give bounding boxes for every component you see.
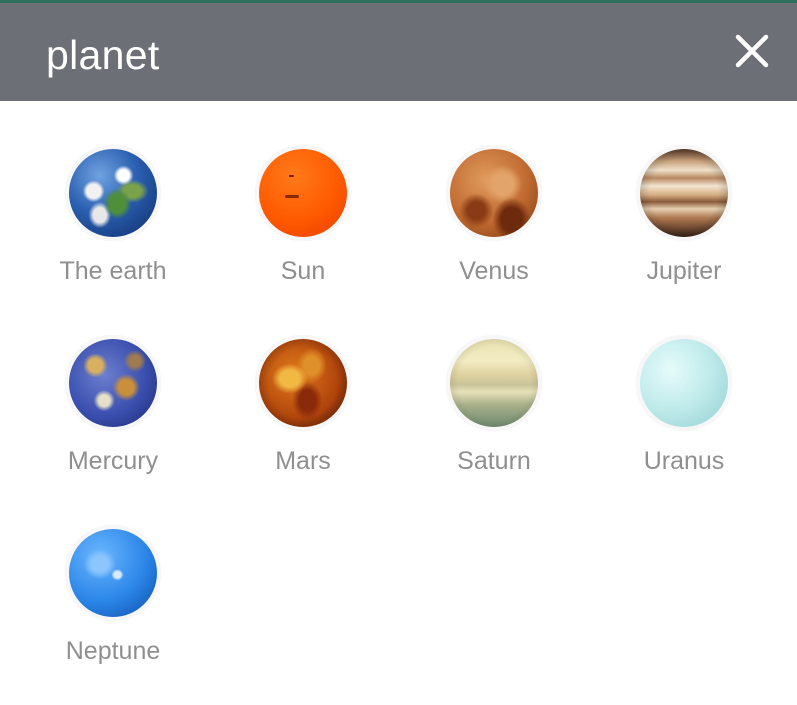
planet-icon-frame bbox=[446, 145, 542, 241]
planet-label: Venus bbox=[459, 257, 529, 285]
planet-icon-frame bbox=[446, 335, 542, 431]
planet-item-mars[interactable]: Mars bbox=[208, 335, 398, 495]
planet-item-mercury[interactable]: Mercury bbox=[18, 335, 208, 495]
planet-label: Mars bbox=[275, 447, 331, 475]
planet-icon-frame bbox=[65, 525, 161, 621]
planet-icon-frame bbox=[636, 335, 732, 431]
saturn-icon bbox=[450, 339, 538, 427]
earth-icon bbox=[69, 149, 157, 237]
planet-item-neptune[interactable]: Neptune bbox=[18, 525, 208, 685]
planet-label: Mercury bbox=[67, 447, 159, 475]
planet-icon-frame bbox=[65, 335, 161, 431]
planet-item-venus[interactable]: Venus bbox=[399, 145, 589, 305]
planet-dialog: planet The earth Sun Venus Jupiter Mercu… bbox=[0, 0, 797, 705]
neptune-icon bbox=[69, 529, 157, 617]
close-button[interactable] bbox=[726, 25, 778, 77]
dialog-title: planet bbox=[46, 32, 160, 78]
planet-label: Saturn bbox=[457, 447, 531, 475]
planet-icon-frame bbox=[65, 145, 161, 241]
planet-label: Sun bbox=[280, 257, 326, 285]
mars-icon bbox=[259, 339, 347, 427]
mercury-icon bbox=[69, 339, 157, 427]
planet-label: The earth bbox=[59, 257, 167, 285]
jupiter-icon bbox=[640, 149, 728, 237]
planet-label: Jupiter bbox=[646, 257, 722, 285]
planet-item-sun[interactable]: Sun bbox=[208, 145, 398, 305]
planet-icon-frame bbox=[255, 145, 351, 241]
planet-item-uranus[interactable]: Uranus bbox=[589, 335, 779, 495]
planet-icon-frame bbox=[636, 145, 732, 241]
venus-icon bbox=[450, 149, 538, 237]
planet-icon-frame bbox=[255, 335, 351, 431]
close-icon bbox=[735, 34, 769, 68]
sun-icon bbox=[259, 149, 347, 237]
planet-item-saturn[interactable]: Saturn bbox=[399, 335, 589, 495]
planet-label: Neptune bbox=[65, 637, 161, 665]
planet-item-jupiter[interactable]: Jupiter bbox=[589, 145, 779, 305]
planet-label: Uranus bbox=[643, 447, 725, 475]
dialog-header: planet bbox=[0, 3, 797, 101]
planet-item-earth[interactable]: The earth bbox=[18, 145, 208, 305]
uranus-icon bbox=[640, 339, 728, 427]
